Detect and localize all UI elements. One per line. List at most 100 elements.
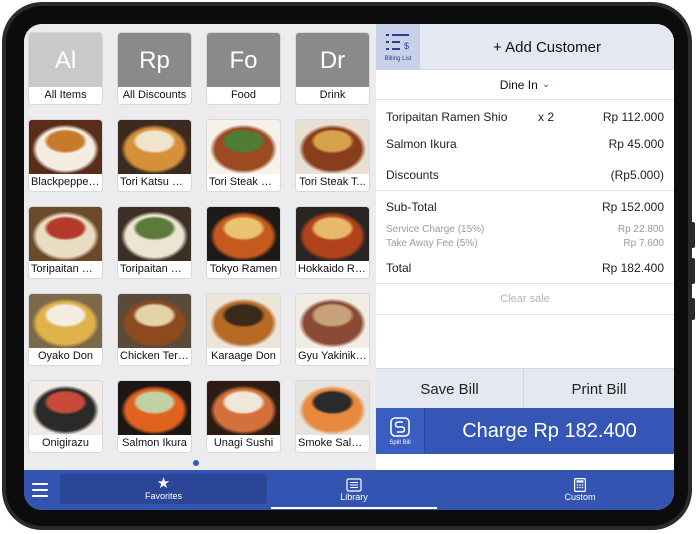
tab-favorites[interactable]: ★ Favorites xyxy=(60,474,267,504)
menu-item-tile[interactable]: Blackpepper... xyxy=(28,119,103,192)
order-line[interactable]: Salmon Ikura Rp 45.000 xyxy=(386,137,664,151)
tile-label: Blackpepper... xyxy=(29,174,102,191)
food-photo xyxy=(207,207,280,263)
food-photo xyxy=(118,120,191,176)
menu-item-tile[interactable]: Toripaitan Ra... xyxy=(117,206,192,279)
tile-abbreviation: Fo xyxy=(229,47,258,74)
order-line-name: Salmon Ikura xyxy=(386,137,457,151)
active-tab-indicator xyxy=(271,507,437,509)
menu-item-tile[interactable]: Tori Steak Hi... xyxy=(206,119,281,192)
billing-list-button[interactable]: $ Billing List xyxy=(376,24,420,70)
page-indicator-dot xyxy=(193,460,199,466)
food-photo xyxy=(207,294,280,350)
tab-custom[interactable]: Custom xyxy=(492,470,668,510)
add-customer-button[interactable]: + Add Customer xyxy=(420,24,674,70)
food-photo xyxy=(29,207,102,263)
billing-list-label: Billing List xyxy=(384,56,412,62)
tile-label: Chicken Teri... xyxy=(118,348,191,365)
menu-item-tile[interactable]: Onigirazu xyxy=(28,380,103,453)
tile-abbreviation: Dr xyxy=(319,47,346,74)
tab-label: Custom xyxy=(564,492,596,502)
tile-label: Salmon Ikura xyxy=(118,435,191,452)
menu-item-tile[interactable]: Hokkaido Ra... xyxy=(295,206,370,279)
tab-label: Favorites xyxy=(144,491,182,501)
tile-label: Tori Steak Hi... xyxy=(207,174,280,191)
charge-bar: Split Bill Charge Rp 182.400 xyxy=(376,408,674,454)
tile-label: Unagi Sushi xyxy=(207,435,280,452)
take-away-fee-line: Take Away Fee (5%) Rp 7.600 xyxy=(386,238,664,249)
food-photo xyxy=(118,207,191,263)
order-line-qty: x 2 xyxy=(538,110,555,124)
category-tile-all-items[interactable]: Al All Items xyxy=(28,32,103,105)
tile-abbreviation: Al xyxy=(54,47,77,74)
tile-label: All Items xyxy=(29,87,102,104)
divider xyxy=(376,314,674,315)
food-photo xyxy=(118,294,191,350)
menu-item-tile[interactable]: Chicken Teri... xyxy=(117,293,192,366)
category-tile-food[interactable]: Fo Food xyxy=(206,32,281,105)
menu-item-tile[interactable]: Smoke Salm... xyxy=(295,380,370,453)
pos-screen: Al All Items Rp All Discounts Fo Food Dr… xyxy=(24,24,674,510)
tile-abbreviation: Rp xyxy=(139,47,170,74)
tile-label: Tori Steak T... xyxy=(296,174,369,191)
menu-item-tile[interactable]: Unagi Sushi xyxy=(206,380,281,453)
fee-label: Take Away Fee (5%) xyxy=(386,238,478,249)
star-icon: ★ xyxy=(156,475,171,492)
food-photo xyxy=(296,381,369,437)
menu-item-tile[interactable]: Tokyo Ramen xyxy=(206,206,281,279)
bill-actions: Save Bill Print Bill xyxy=(376,368,674,409)
order-panel: $ Billing List + Add Customer Dine In ⌄ … xyxy=(376,24,674,470)
tile-label: Gyu Yakiniku... xyxy=(296,348,369,365)
category-tile-drink[interactable]: Dr Drink xyxy=(295,32,370,105)
tile-label: Hokkaido Ra... xyxy=(296,261,369,278)
divider xyxy=(376,190,674,191)
tile-label: Tori Katsu D... xyxy=(118,174,191,191)
chevron-down-icon: ⌄ xyxy=(541,79,551,90)
order-type-value: Dine In xyxy=(499,77,538,92)
food-photo xyxy=(207,120,280,176)
menu-icon[interactable] xyxy=(30,480,50,500)
menu-item-tile[interactable]: Gyu Yakiniku... xyxy=(295,293,370,366)
save-bill-button[interactable]: Save Bill xyxy=(376,369,524,409)
food-photo xyxy=(296,294,369,350)
food-photo xyxy=(207,381,280,437)
menu-item-tile[interactable]: Tori Katsu D... xyxy=(117,119,192,192)
volume-button xyxy=(691,222,695,248)
order-line[interactable]: Toripaitan Ramen Shio x 2 Rp 112.000 xyxy=(386,110,664,124)
order-type-selector[interactable]: Dine In ⌄ xyxy=(376,70,674,100)
subtotal-label: Sub-Total xyxy=(386,200,437,214)
tile-label: Smoke Salm... xyxy=(296,435,369,452)
charge-button[interactable]: Charge Rp 182.400 xyxy=(425,408,674,454)
volume-button xyxy=(691,258,695,284)
tile-label: Toripaitan Ra... xyxy=(29,261,102,278)
print-bill-button[interactable]: Print Bill xyxy=(525,369,673,409)
discount-value: (Rp5.000) xyxy=(610,168,664,182)
tab-library[interactable]: Library xyxy=(271,470,437,510)
menu-item-tile[interactable]: Karaage Don xyxy=(206,293,281,366)
food-photo xyxy=(29,381,102,437)
clear-sale-button[interactable]: Clear sale xyxy=(376,284,674,314)
menu-item-tile[interactable]: Toripaitan Ra... xyxy=(28,206,103,279)
bottom-navigation: ★ Favorites Library Custom xyxy=(24,470,674,510)
discount-label: Discounts xyxy=(386,168,439,182)
category-tile-all-discounts[interactable]: Rp All Discounts xyxy=(117,32,192,105)
split-bill-icon xyxy=(390,417,410,437)
subtotal-value: Rp 152.000 xyxy=(601,200,664,214)
menu-item-tile[interactable]: Salmon Ikura xyxy=(117,380,192,453)
fee-value: Rp 7.600 xyxy=(623,238,664,249)
food-photo xyxy=(29,294,102,350)
side-button xyxy=(691,298,695,320)
subtotal-line: Sub-Total Rp 152.000 xyxy=(386,200,664,214)
split-bill-label: Split Bill xyxy=(389,440,411,446)
service-charge-line: Service Charge (15%) Rp 22.800 xyxy=(386,224,664,235)
calculator-icon xyxy=(574,478,586,492)
discount-line[interactable]: Discounts (Rp5.000) xyxy=(386,168,664,182)
tile-label: All Discounts xyxy=(118,87,191,104)
tile-label: Drink xyxy=(296,87,369,104)
tile-label: Tokyo Ramen xyxy=(207,261,280,278)
tile-label: Karaage Don xyxy=(207,348,280,365)
item-library-grid: Al All Items Rp All Discounts Fo Food Dr… xyxy=(24,24,376,470)
split-bill-button[interactable]: Split Bill xyxy=(376,408,425,454)
menu-item-tile[interactable]: Oyako Don xyxy=(28,293,103,366)
menu-item-tile[interactable]: Tori Steak T... xyxy=(295,119,370,192)
